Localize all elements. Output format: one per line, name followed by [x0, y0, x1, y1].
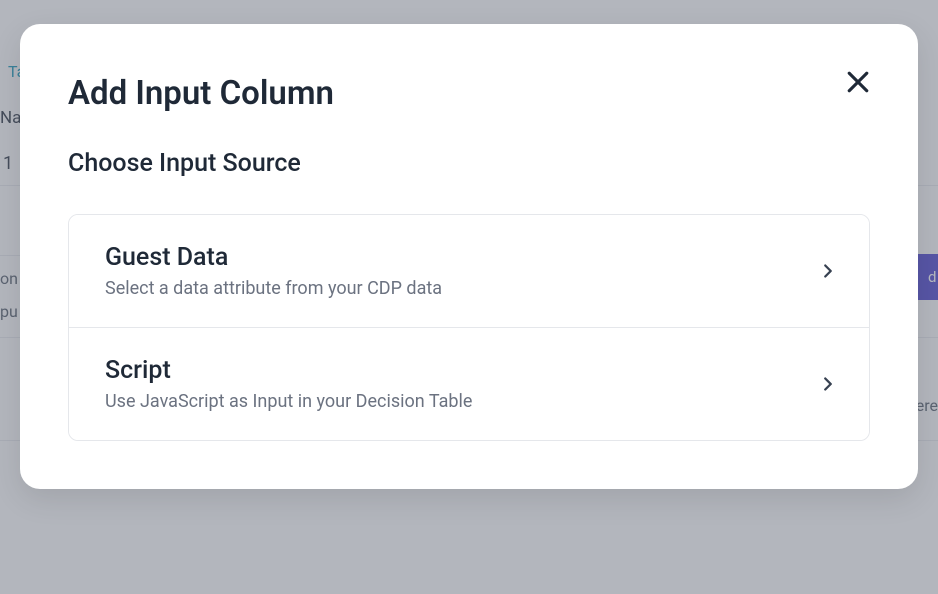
option-description: Select a data attribute from your CDP da…	[105, 278, 817, 299]
close-icon	[843, 67, 873, 101]
option-title: Script	[105, 356, 817, 385]
chevron-right-icon	[817, 260, 839, 282]
option-content: Guest Data Select a data attribute from …	[105, 243, 817, 299]
input-source-options: Guest Data Select a data attribute from …	[68, 214, 870, 441]
option-script[interactable]: Script Use JavaScript as Input in your D…	[69, 327, 869, 440]
add-input-column-modal: Add Input Column Choose Input Source Gue…	[20, 24, 918, 489]
close-button[interactable]	[840, 66, 876, 102]
modal-title: Add Input Column	[68, 74, 870, 113]
option-guest-data[interactable]: Guest Data Select a data attribute from …	[69, 215, 869, 327]
modal-subtitle: Choose Input Source	[68, 149, 870, 178]
option-content: Script Use JavaScript as Input in your D…	[105, 356, 817, 412]
option-description: Use JavaScript as Input in your Decision…	[105, 391, 817, 412]
chevron-right-icon	[817, 373, 839, 395]
option-title: Guest Data	[105, 243, 817, 272]
